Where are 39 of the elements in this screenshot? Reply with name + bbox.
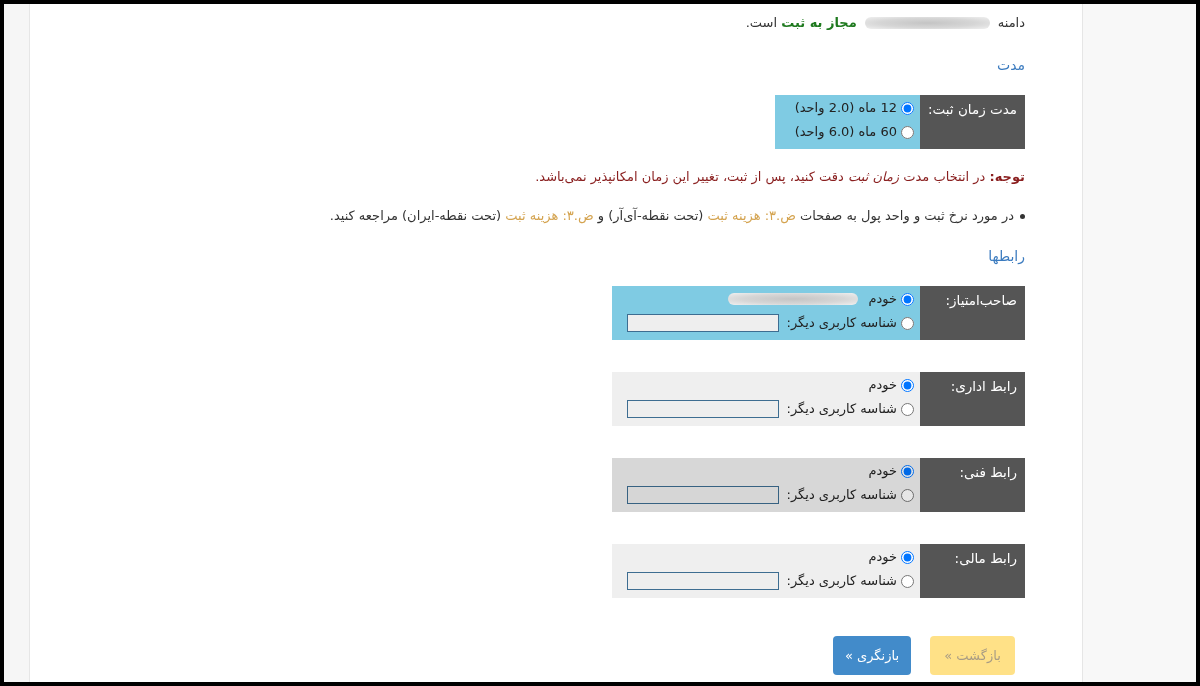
field-label: صاحب‌امتیاز: [920, 286, 1025, 340]
section-heading: مدت [995, 56, 1025, 75]
page-link[interactable]: ض.۳: هزینه ثبت [505, 208, 594, 223]
option-label: شناسه کاربری دیگر: [786, 486, 897, 505]
option-label: شناسه کاربری دیگر: [786, 572, 897, 591]
availability-status-text: مجاز به ثبت است. [745, 14, 857, 32]
section-heading: رابطها [987, 247, 1025, 266]
input-field[interactable] [626, 572, 779, 590]
option-label: خودم [868, 548, 897, 567]
radio-button[interactable] [901, 550, 914, 564]
option-label: 60 ماه (6.0 واحد) [794, 123, 897, 142]
option-label: خودم [868, 462, 897, 481]
radio-button[interactable] [901, 488, 914, 502]
field-label: رابط فنی: [920, 458, 1025, 512]
option-label: شناسه کاربری دیگر: [786, 314, 897, 333]
field-label: رابط مالی: [920, 544, 1025, 598]
page-link[interactable]: ض.۳: هزینه ثبت [707, 208, 796, 223]
option-label: شناسه کاربری دیگر: [786, 400, 897, 419]
domain-label-text: دامنه [997, 14, 1025, 32]
radio-button[interactable] [900, 125, 914, 139]
option-label: خودم [868, 376, 897, 395]
option-label: 12 ماه (2.0 واحد) [794, 99, 897, 118]
radio-button[interactable] [901, 378, 914, 392]
input-field[interactable] [626, 400, 779, 418]
radio-button[interactable] [901, 402, 914, 416]
info-text: در مورد نرخ ثبت و واحد پول به صفحات ض.۳: هزینه ثبت (تحت نقطه-آی‌آر) و ض.۳: هزینه ثبت (تحت نقطه-ایران) مراجعه کنید. [329, 206, 1014, 226]
field-label: رابط اداری: [920, 372, 1025, 426]
radio-button[interactable] [901, 316, 914, 330]
warning-note-text: توجه: در انتخاب مدت زمان ثبت دقت کنید، پس از ثبت، تغییر این زمان امکانپذیر نمی‌باشد. [534, 168, 1025, 187]
field-label: مدت زمان ثبت: [919, 95, 1025, 149]
radio-button[interactable] [901, 292, 914, 306]
option-label: خودم [868, 290, 897, 309]
input-field[interactable] [626, 486, 779, 504]
review-button[interactable]: بازنگری » [832, 636, 911, 675]
input-field[interactable] [626, 314, 779, 332]
radio-button[interactable] [901, 574, 914, 588]
bullet-icon [1020, 213, 1025, 219]
radio-button[interactable] [901, 464, 914, 478]
radio-button[interactable] [900, 101, 914, 115]
